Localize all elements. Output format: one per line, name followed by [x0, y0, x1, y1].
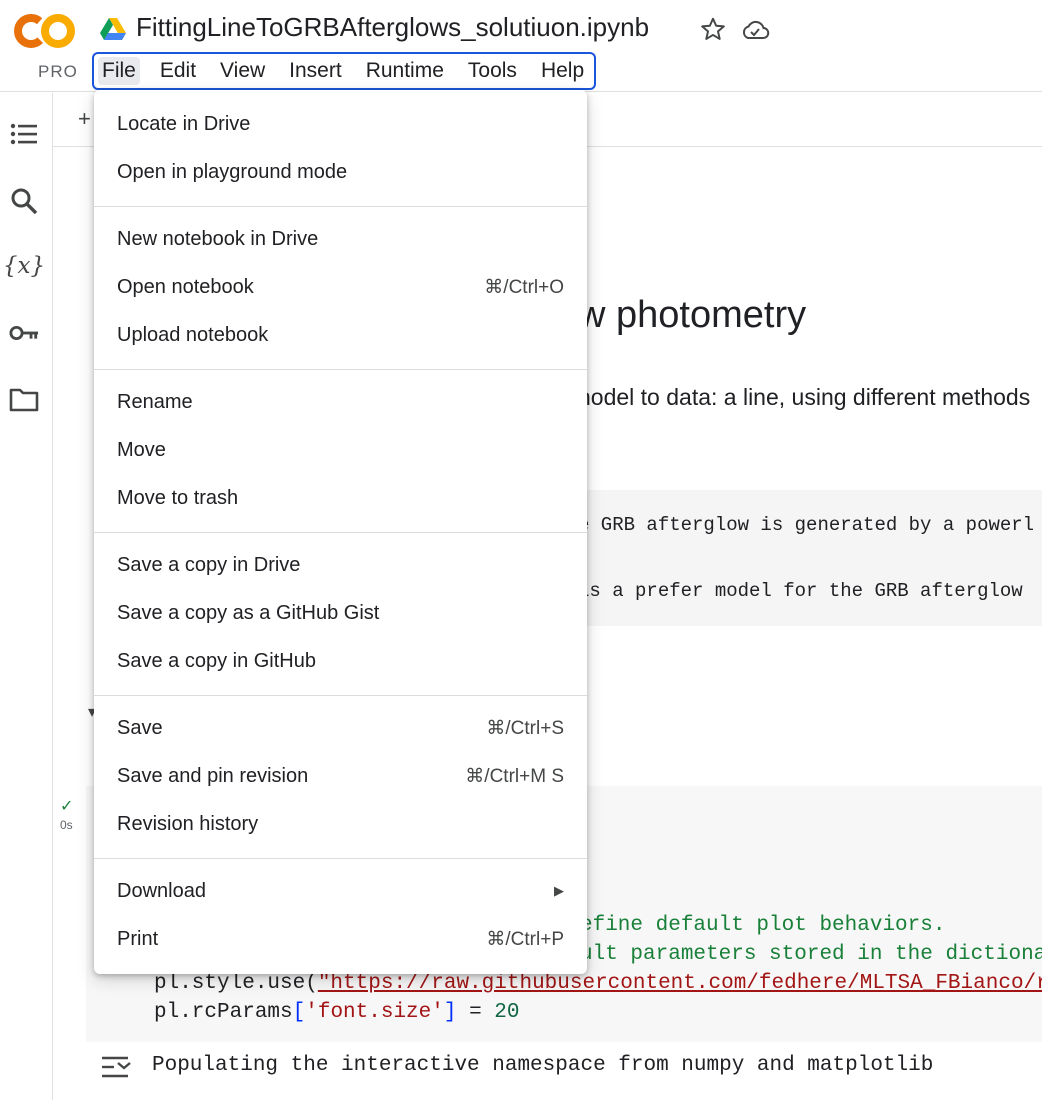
notebook-heading: w photometry — [578, 294, 807, 336]
code-token: = — [456, 1001, 495, 1024]
menu-insert[interactable]: Insert — [285, 57, 346, 85]
code-line-style: pl.style.use("https://raw.githubusercont… — [154, 972, 1042, 995]
code-string: 'font.size' — [305, 1001, 444, 1024]
code-comment-line: ult parameters stored in the dictiona — [580, 943, 1042, 966]
menu-item-save[interactable]: Save ⌘/Ctrl+S — [94, 704, 587, 752]
menu-item-label: Upload notebook — [117, 323, 269, 346]
menu-item-shortcut: ⌘/Ctrl+M S — [465, 765, 564, 787]
menu-item-label: Print — [117, 927, 159, 950]
submenu-arrow-icon: ▶ — [554, 883, 564, 898]
menu-item-label: Download — [117, 879, 206, 902]
menu-tools[interactable]: Tools — [464, 57, 521, 85]
menu-item-open-playground[interactable]: Open in playground mode — [94, 148, 587, 196]
star-icon[interactable] — [700, 16, 726, 42]
menu-runtime[interactable]: Runtime — [362, 57, 448, 85]
menu-separator — [94, 858, 587, 859]
menu-edit[interactable]: Edit — [156, 57, 200, 85]
menu-item-download[interactable]: Download ▶ — [94, 867, 587, 915]
code-string-link[interactable]: "https://raw.githubusercontent.com/fedhe… — [318, 972, 1042, 995]
text-cell[interactable]: e GRB afterglow is generated by a powerl… — [578, 490, 1042, 626]
menu-item-label: Move to trash — [117, 486, 239, 509]
menu-item-label: Open in playground mode — [117, 160, 348, 183]
add-code-button[interactable]: + — [78, 106, 91, 132]
secrets-key-icon[interactable] — [9, 318, 39, 348]
menu-item-save-copy-github[interactable]: Save a copy in GitHub — [94, 637, 587, 685]
menu-item-shortcut: ⌘/Ctrl+S — [486, 717, 564, 739]
code-number: 20 — [494, 1001, 520, 1024]
menu-item-revision-history[interactable]: Revision history — [94, 800, 587, 848]
colab-logo[interactable]: PRO — [14, 10, 77, 81]
code-line-rcparams: pl.rcParams['font.size'] = 20 — [154, 1001, 520, 1024]
menu-item-move-to-trash[interactable]: Move to trash — [94, 474, 587, 522]
menu-item-move[interactable]: Move — [94, 426, 587, 474]
variables-icon[interactable]: {x} — [3, 251, 45, 281]
menu-item-label: Revision history — [117, 812, 259, 835]
menu-file[interactable]: File — [98, 57, 140, 85]
menu-item-label: Move — [117, 438, 166, 461]
menu-item-label: Save — [117, 716, 163, 739]
code-token: pl.style.use( — [154, 972, 318, 995]
menu-item-save-copy-drive[interactable]: Save a copy in Drive — [94, 541, 587, 589]
search-icon[interactable] — [9, 186, 39, 216]
text-cell-line: e GRB afterglow is generated by a powerl — [578, 514, 1035, 536]
menu-help[interactable]: Help — [537, 57, 588, 85]
code-bracket: [ — [292, 1001, 306, 1024]
menu-separator — [94, 369, 587, 370]
menu-bar: File Edit View Insert Runtime Tools Help — [92, 52, 597, 90]
menu-item-label: Save a copy in GitHub — [117, 649, 316, 672]
menu-item-rename[interactable]: Rename — [94, 378, 587, 426]
menu-item-label: New notebook in Drive — [117, 227, 319, 250]
menu-view[interactable]: View — [216, 57, 269, 85]
left-sidebar: {x} — [0, 93, 53, 1100]
menu-item-locate-in-drive[interactable]: Locate in Drive — [94, 100, 587, 148]
menu-item-new-notebook[interactable]: New notebook in Drive — [94, 215, 587, 263]
table-of-contents-icon[interactable] — [9, 119, 39, 149]
menu-separator — [94, 695, 587, 696]
menu-item-label: Save a copy as a GitHub Gist — [117, 601, 380, 624]
plan-badge: PRO — [38, 62, 78, 81]
menu-item-open-notebook[interactable]: Open notebook ⌘/Ctrl+O — [94, 263, 587, 311]
execution-success-icon: ✓ — [60, 798, 74, 815]
menu-item-save-pin-revision[interactable]: Save and pin revision ⌘/Ctrl+M S — [94, 752, 587, 800]
menu-item-label: Rename — [117, 390, 193, 413]
text-cell-line: is a prefer model for the GRB afterglow — [578, 580, 1023, 602]
menu-item-label: Locate in Drive — [117, 112, 251, 135]
code-comment-line: efine default plot behaviors. — [580, 914, 946, 937]
files-folder-icon[interactable] — [9, 384, 39, 414]
file-menu-dropdown: Locate in Drive Open in playground mode … — [94, 90, 587, 974]
google-drive-icon[interactable] — [100, 18, 126, 40]
cell-output-text: Populating the interactive namespace fro… — [152, 1054, 934, 1077]
output-toggle-icon[interactable] — [100, 1054, 132, 1080]
code-token: pl.rcParams — [154, 1001, 293, 1024]
menu-item-print[interactable]: Print ⌘/Ctrl+P — [94, 915, 587, 963]
notebook-title[interactable]: FittingLineToGRBAfterglows_solutiuon.ipy… — [136, 12, 649, 43]
code-bracket: ] — [443, 1001, 457, 1024]
menu-item-save-copy-gist[interactable]: Save a copy as a GitHub Gist — [94, 589, 587, 637]
execution-time: 0s — [60, 818, 73, 832]
menu-separator — [94, 206, 587, 207]
cloud-saved-icon[interactable] — [740, 18, 770, 42]
menu-item-shortcut: ⌘/Ctrl+O — [484, 276, 564, 298]
menu-item-label: Open notebook — [117, 275, 254, 298]
header: PRO FittingLineToGRBAfterglows_solutiuon… — [0, 0, 1042, 92]
colab-logo-icon — [14, 13, 75, 48]
menu-item-label: Save a copy in Drive — [117, 553, 301, 576]
menu-item-upload-notebook[interactable]: Upload notebook — [94, 311, 587, 359]
menu-item-label: Save and pin revision — [117, 764, 309, 787]
intro-paragraph: nodel to data: a line, using different m… — [578, 384, 1031, 410]
menu-item-shortcut: ⌘/Ctrl+P — [486, 928, 564, 950]
menu-separator — [94, 532, 587, 533]
